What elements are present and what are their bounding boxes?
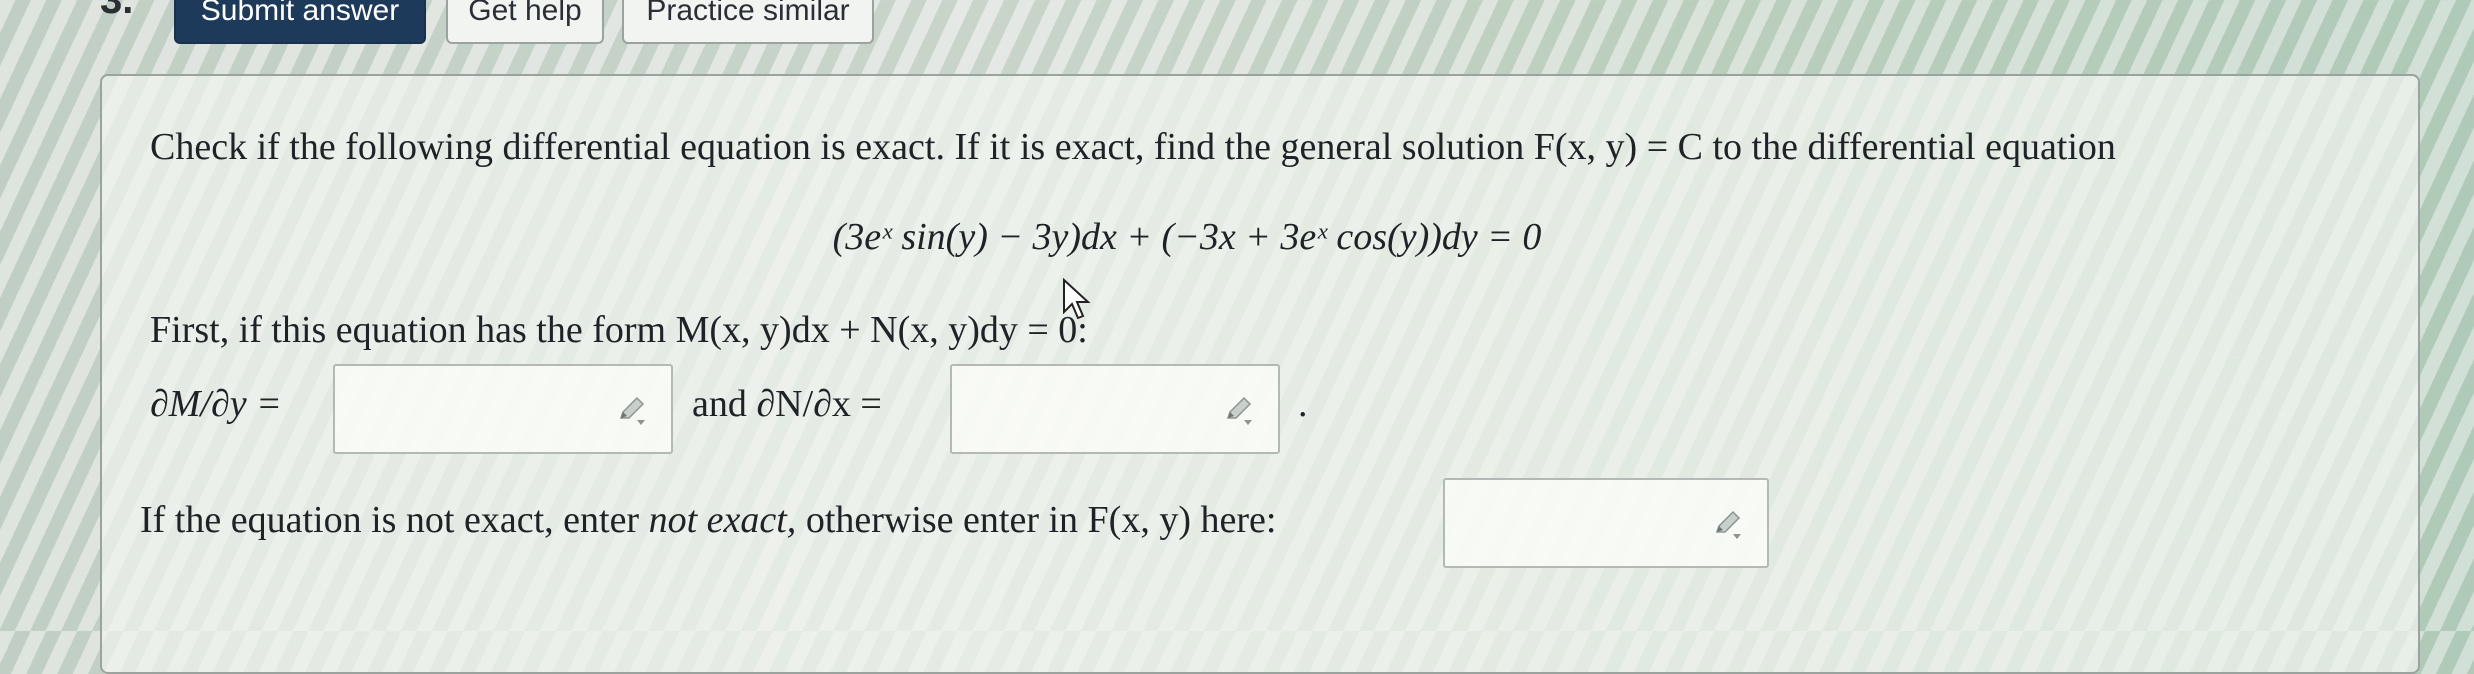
final-text-pre: If the equation is not exact, enter <box>140 499 649 541</box>
final-instruction: If the equation is not exact, enter not … <box>140 498 1276 542</box>
problem-prompt: Check if the following differential equa… <box>150 126 2116 168</box>
pencil-icon[interactable] <box>1711 506 1745 540</box>
equation-text: (3eˣ sin(y) − 3y)dx + (−3x + 3eˣ cos(y))… <box>832 216 1542 258</box>
F-xy-input[interactable] <box>1443 478 1769 568</box>
not-exact-hint: not exact, <box>648 499 797 541</box>
practice-similar-button[interactable]: Practice similar <box>622 0 874 44</box>
pencil-icon[interactable] <box>1222 392 1256 426</box>
get-help-button[interactable]: Get help <box>446 0 604 44</box>
pencil-icon[interactable] <box>615 392 649 426</box>
question-number: 3. <box>100 0 134 22</box>
submit-answer-button[interactable]: Submit answer <box>174 0 426 44</box>
form-statement: First, if this equation has the form M(x… <box>150 309 1088 351</box>
dN-dx-input[interactable] <box>950 364 1280 454</box>
differential-equation: (3eˣ sin(y) − 3y)dx + (−3x + 3eˣ cos(y))… <box>0 215 2474 259</box>
final-text-post: otherwise enter in F(x, y) here: <box>796 499 1277 541</box>
mouse-pointer-icon <box>1063 278 1091 320</box>
period: . <box>1298 383 1308 425</box>
dM-dy-input[interactable] <box>333 364 673 454</box>
question-toolbar: 3. Submit answer Get help Practice simil… <box>0 0 2474 60</box>
dM-dy-label: ∂M/∂y = <box>150 383 282 425</box>
dN-dx-label: and ∂N/∂x = <box>692 383 882 425</box>
